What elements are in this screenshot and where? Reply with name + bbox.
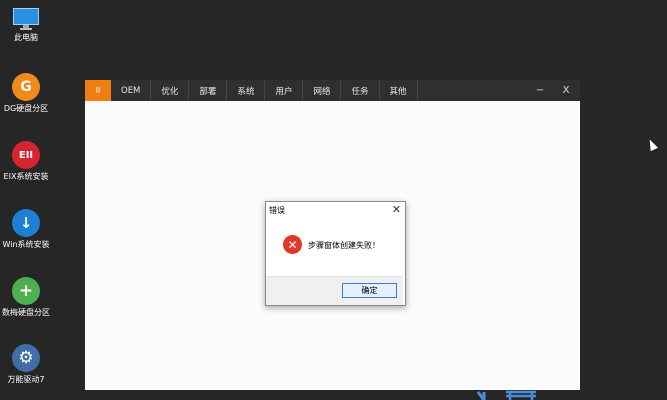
desktop-icon-win-install[interactable]: ↓ Win系统安装 <box>0 209 52 250</box>
tab-oem[interactable]: OEM <box>111 80 152 101</box>
tab-network[interactable]: 网络 <box>303 80 342 101</box>
desktop-icon-label: 数梅硬盘分区 <box>2 308 50 317</box>
tab-other[interactable]: 其他 <box>380 80 418 101</box>
desktop-icon-label: DG硬盘分区 <box>3 104 49 113</box>
error-dialog: 错误 ✕ ✕ 步骤窗体创建失败！ 确定 <box>265 201 406 306</box>
gear-icon: ⚙ <box>12 344 40 372</box>
desktop-icon-dg-partition[interactable]: G DG硬盘分区 <box>0 73 52 114</box>
computer-icon <box>13 8 39 30</box>
tab-deploy[interactable]: 部署 <box>189 80 228 101</box>
dialog-close-button[interactable]: ✕ <box>392 203 401 216</box>
desktop-icon-label: Win系统安装 <box>2 240 50 249</box>
ok-button[interactable]: 确定 <box>342 283 397 298</box>
diskgenius-icon: G <box>12 73 40 101</box>
desktop-icon-label: 万能驱动7 <box>7 375 45 384</box>
partition-icon: + <box>12 277 40 305</box>
desktop-icon-this-pc[interactable]: 此电脑 <box>0 8 52 43</box>
mouse-cursor-icon <box>646 137 658 152</box>
app-logo-tab[interactable]: II <box>85 80 111 101</box>
desktop-icon-label: EIX系统安装 <box>3 172 49 181</box>
tab-tasks[interactable]: 任务 <box>341 80 380 101</box>
dialog-footer: 确定 <box>266 276 403 305</box>
desktop-icon-disk-partition[interactable]: + 数梅硬盘分区 <box>0 277 52 318</box>
desktop-icon-eix-install[interactable]: EII EIX系统安装 <box>0 141 52 182</box>
error-message: 步骤窗体创建失败！ <box>308 241 380 250</box>
watermark-logo <box>476 390 536 400</box>
dialog-title: 错误 <box>269 206 285 215</box>
error-icon: ✕ <box>283 235 302 254</box>
eix-icon: EII <box>12 141 40 169</box>
download-arrow-icon: ↓ <box>12 209 40 237</box>
menu-bar: II OEM 优化 部署 系统 用户 网络 任务 其他 − X <box>85 80 580 101</box>
tab-user[interactable]: 用户 <box>265 80 304 101</box>
minimize-button[interactable]: − <box>528 80 552 101</box>
desktop-icon-driver[interactable]: ⚙ 万能驱动7 <box>0 344 52 385</box>
tab-system[interactable]: 系统 <box>227 80 266 101</box>
tab-optimize[interactable]: 优化 <box>151 80 190 101</box>
close-button[interactable]: X <box>554 80 578 101</box>
desktop-icon-label: 此电脑 <box>14 33 38 42</box>
